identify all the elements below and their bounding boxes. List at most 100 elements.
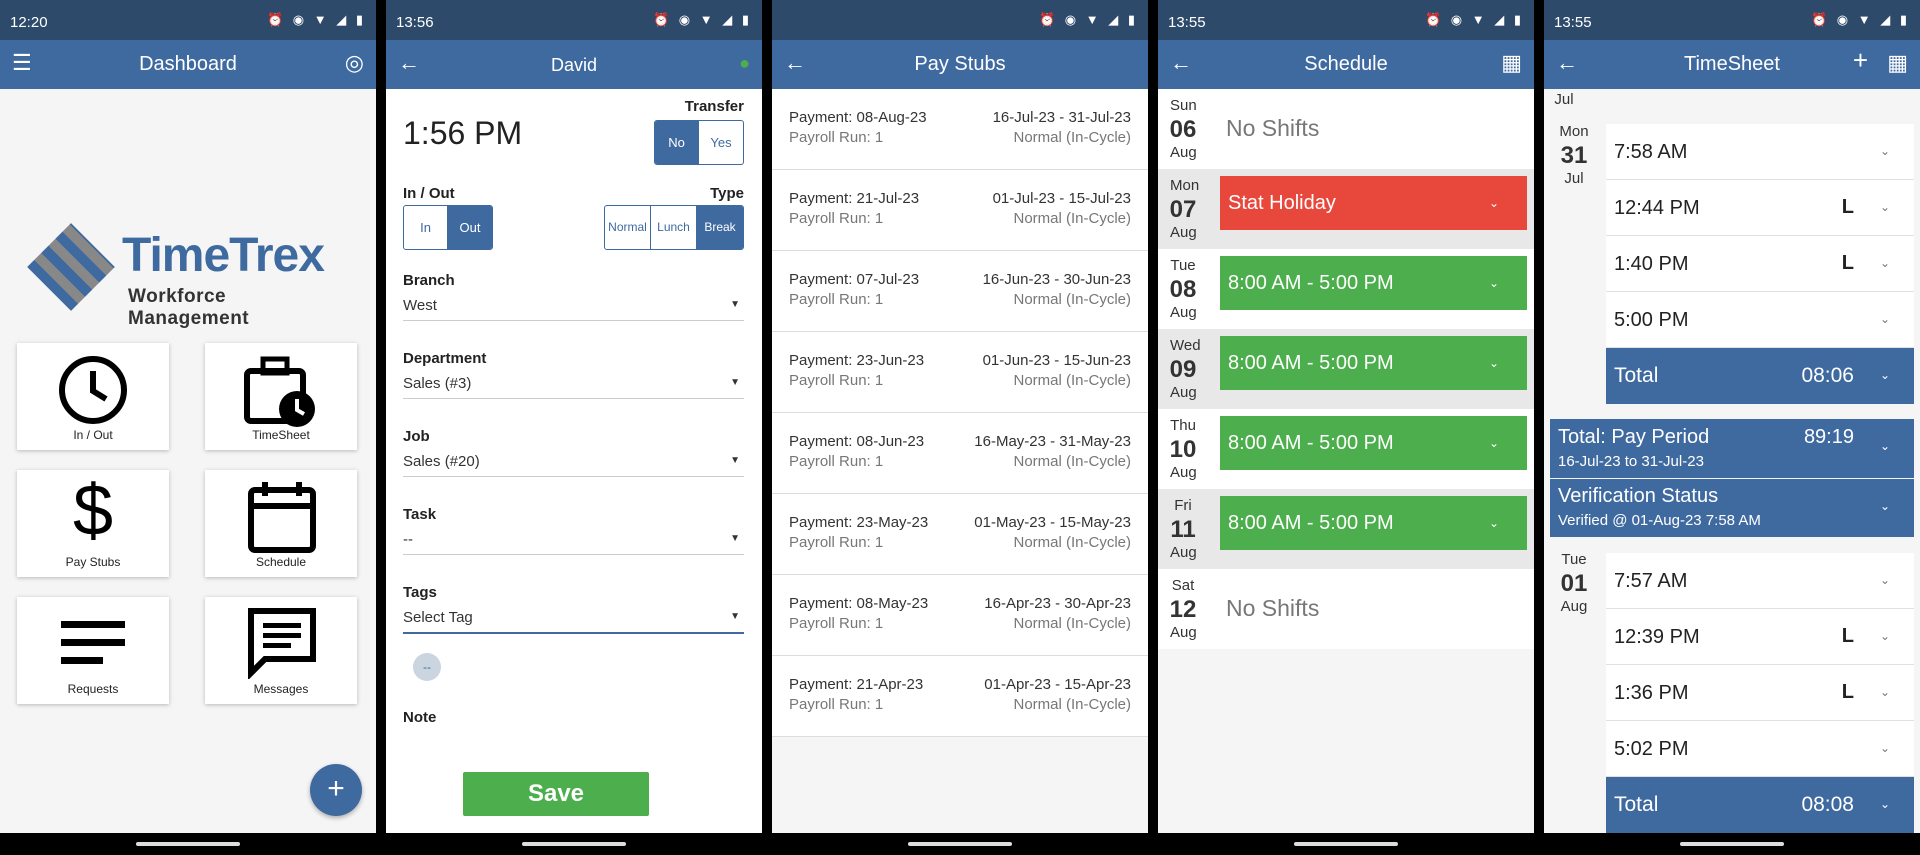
scheduled-shift[interactable]: 8:00 AM - 5:00 PM ⌄ — [1220, 416, 1527, 470]
home-indicator[interactable] — [136, 842, 240, 846]
calendar-icon[interactable]: ▦ — [1887, 51, 1908, 75]
nav-bar — [1158, 833, 1534, 855]
day-of-week: Tue — [1561, 551, 1587, 568]
tile-timesheet[interactable]: TimeSheet — [205, 343, 357, 450]
payroll-run: Payroll Run: 1 — [789, 534, 884, 551]
punch-row[interactable]: 5:02 PM ⌄ — [1606, 721, 1914, 777]
day-row: Mon 07 Aug Stat Holiday ⌄ — [1158, 169, 1534, 249]
chevron-down-icon: ⌄ — [1879, 499, 1890, 513]
list-item[interactable]: Payment: 08-May-23 Payroll Run: 1 16-Apr… — [772, 575, 1148, 656]
add-icon[interactable]: + — [1853, 47, 1868, 73]
home-indicator[interactable] — [1680, 842, 1784, 846]
list-item[interactable]: Payment: 23-Jun-23 Payroll Run: 1 01-Jun… — [772, 332, 1148, 413]
pay-period: 01-Jun-23 - 15-Jun-23 — [982, 352, 1131, 369]
tile-messages[interactable]: Messages — [205, 597, 357, 704]
in-option[interactable]: In — [404, 206, 448, 249]
day-month: Aug — [1170, 384, 1197, 401]
tile-label: Pay Stubs — [65, 555, 121, 569]
home-indicator[interactable] — [522, 842, 626, 846]
total-value: 08:06 — [1801, 364, 1854, 387]
punch-row[interactable]: 1:36 PM L ⌄ — [1606, 665, 1914, 721]
pay-period-summary[interactable]: Total: Pay Period 89:19 16-Jul-23 to 31-… — [1550, 419, 1914, 478]
scheduled-shift[interactable]: 8:00 AM - 5:00 PM ⌄ — [1220, 256, 1527, 310]
day-number: 09 — [1169, 356, 1197, 383]
calendar-icon[interactable]: ▦ — [1501, 51, 1522, 75]
punch-type-tag: L — [1841, 681, 1854, 703]
list-item[interactable]: Payment: 08-Aug-23 Payroll Run: 1 16-Jul… — [772, 89, 1148, 170]
logo-brand: TimeTrex — [122, 229, 325, 282]
task-label: Task — [403, 506, 437, 523]
inout-toggle: In Out — [403, 205, 493, 250]
pay-period: 16-Jul-23 - 31-Jul-23 — [992, 109, 1131, 126]
punch-row[interactable]: 12:39 PM L ⌄ — [1606, 609, 1914, 665]
task-select[interactable]: -- ▼ — [403, 531, 744, 555]
punch-row[interactable]: 7:57 AM ⌄ — [1606, 553, 1914, 609]
payment-date: Payment: 08-Aug-23 — [789, 109, 927, 126]
verification-summary[interactable]: Verification Status Verified @ 01-Aug-23… — [1550, 479, 1914, 537]
list-item[interactable]: Payment: 21-Jul-23 Payroll Run: 1 01-Jul… — [772, 170, 1148, 251]
punch-time: 1:36 PM — [1614, 682, 1689, 704]
tag-chip[interactable]: -- — [413, 653, 441, 681]
day-number: 06 — [1169, 116, 1197, 143]
branch-value: West — [403, 297, 437, 314]
task-value: -- — [403, 531, 413, 548]
punch-type-tag: L — [1841, 252, 1854, 274]
location-pin-icon[interactable]: ● — [739, 51, 750, 75]
day-row: Wed 09 Aug 8:00 AM - 5:00 PM ⌄ — [1158, 329, 1534, 409]
holiday-shift[interactable]: Stat Holiday ⌄ — [1220, 176, 1527, 230]
tile-label: Messages — [253, 682, 309, 696]
transfer-toggle: No Yes — [654, 120, 744, 165]
type-label: Type — [710, 185, 744, 202]
pay-period-total: 89:19 — [1803, 426, 1854, 448]
job-value: Sales (#20) — [403, 453, 480, 470]
pay-period: 01-May-23 - 15-May-23 — [974, 514, 1131, 531]
normal-option[interactable]: Normal — [605, 206, 651, 249]
chevron-down-icon: ⌄ — [1879, 797, 1890, 811]
day-total-row[interactable]: Total 08:08 ⌄ — [1606, 777, 1914, 833]
clock-icon — [59, 356, 127, 424]
status-time: 13:55 — [1554, 14, 1592, 31]
app-bar: ← Schedule ▦ — [1158, 40, 1534, 89]
payroll-run: Payroll Run: 1 — [789, 696, 884, 713]
account-icon[interactable]: ◎ — [345, 51, 364, 75]
job-select[interactable]: Sales (#20) ▼ — [403, 453, 744, 477]
chevron-down-icon: ⌄ — [1879, 256, 1890, 270]
punch-row[interactable]: 12:44 PM L ⌄ — [1606, 180, 1914, 236]
lunch-option[interactable]: Lunch — [651, 206, 697, 249]
day-total-row[interactable]: Total 08:06 ⌄ — [1606, 348, 1914, 404]
day-of-week: Wed — [1170, 337, 1201, 354]
add-button[interactable]: + — [310, 764, 362, 816]
branch-select[interactable]: West ▼ — [403, 297, 744, 321]
list-item[interactable]: Payment: 21-Apr-23 Payroll Run: 1 01-Apr… — [772, 656, 1148, 737]
break-option[interactable]: Break — [697, 206, 743, 249]
punch-row[interactable]: 7:58 AM ⌄ — [1606, 124, 1914, 180]
message-icon — [248, 608, 316, 679]
tile-pay-stubs[interactable]: $ Pay Stubs — [17, 470, 169, 577]
scheduled-shift[interactable]: 8:00 AM - 5:00 PM ⌄ — [1220, 496, 1527, 550]
scheduled-shift[interactable]: 8:00 AM - 5:00 PM ⌄ — [1220, 336, 1527, 390]
list-item[interactable]: Payment: 23-May-23 Payroll Run: 1 01-May… — [772, 494, 1148, 575]
out-option[interactable]: Out — [448, 206, 492, 249]
punch-time: 12:44 PM — [1614, 197, 1700, 219]
home-indicator[interactable] — [1294, 842, 1398, 846]
status-bar: 13:56 ⏰ ◉ ▼ ◢ ▮ — [386, 0, 762, 40]
transfer-yes-option[interactable]: Yes — [699, 121, 743, 164]
tile-schedule[interactable]: Schedule — [205, 470, 357, 577]
day-row: Tue 08 Aug 8:00 AM - 5:00 PM ⌄ — [1158, 249, 1534, 329]
tile-label: In / Out — [73, 428, 113, 442]
page-title: Pay Stubs — [914, 53, 1006, 75]
tags-select[interactable]: Select Tag ▼ — [403, 609, 744, 634]
home-indicator[interactable] — [908, 842, 1012, 846]
schedule-screen: 13:55 ⏰ ◉ ▼ ◢ ▮ ← Schedule ▦ Sun 06 Aug … — [1158, 0, 1534, 855]
punch-row[interactable]: 1:40 PM L ⌄ — [1606, 236, 1914, 292]
punch-row[interactable]: 5:00 PM ⌄ — [1606, 292, 1914, 348]
tile-in-out[interactable]: In / Out — [17, 343, 169, 450]
department-select[interactable]: Sales (#3) ▼ — [403, 375, 744, 399]
save-button[interactable]: Save — [463, 772, 649, 816]
tile-requests[interactable]: Requests — [17, 597, 169, 704]
status-icons: ⏰ ◉ ▼ ◢ ▮ — [653, 12, 752, 27]
list-item[interactable]: Payment: 07-Jul-23 Payroll Run: 1 16-Jun… — [772, 251, 1148, 332]
transfer-no-option[interactable]: No — [655, 121, 699, 164]
nav-bar — [386, 833, 762, 855]
list-item[interactable]: Payment: 08-Jun-23 Payroll Run: 1 16-May… — [772, 413, 1148, 494]
